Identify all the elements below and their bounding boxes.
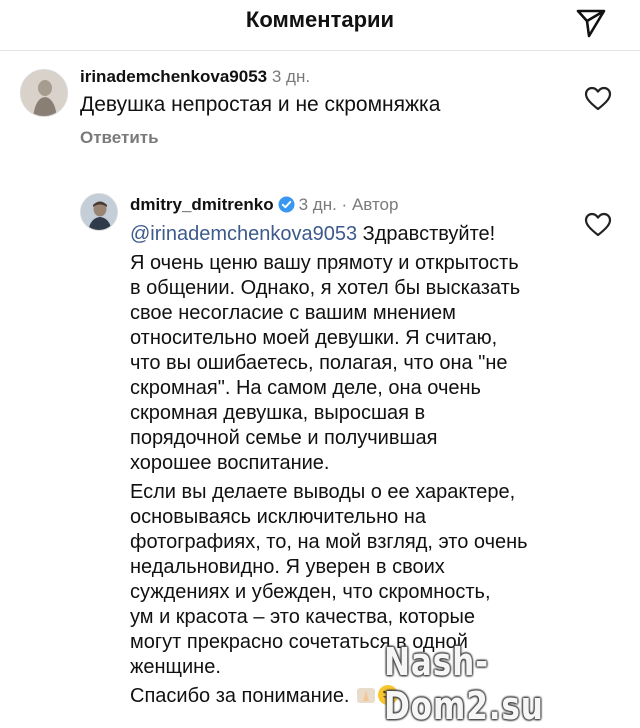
username[interactable]: dmitry_dmitrenko xyxy=(130,195,274,214)
reply-button[interactable]: Ответить xyxy=(80,128,159,148)
comment-header: dmitry_dmitrenko 3 дн. · Автор xyxy=(130,192,398,217)
heart-icon[interactable] xyxy=(584,212,612,238)
paragraph-line: скромная". На самом деле, она очень xyxy=(130,377,481,399)
paragraph-line: недальновидно. Я уверен в своих xyxy=(130,556,445,578)
paragraph-line: фотографиях, то, на мой взгляд, это очен… xyxy=(130,531,528,553)
username[interactable]: irinademchenkova9053 xyxy=(80,67,267,86)
comment-text: @irinademchenkova9053 Здравствуйте! Я оч… xyxy=(130,222,570,709)
paragraph-line: скромная девушка, выросшая в xyxy=(130,402,426,424)
mention-link[interactable]: @irinademchenkova9053 xyxy=(130,223,357,245)
paragraph-line: относительно моей девушки. Я считаю, xyxy=(130,327,498,349)
paragraph-line: порядочной семье и получившая xyxy=(130,427,438,449)
header: Комментарии xyxy=(0,0,640,51)
author-label: Автор xyxy=(351,195,399,214)
separator: · xyxy=(341,195,348,214)
paragraph-line: Если вы делаете выводы о ее характере, xyxy=(130,481,516,503)
paper-plane-icon[interactable] xyxy=(574,5,608,39)
paragraph-line: что вы ошибаетесь, полагая, что она "не xyxy=(130,352,508,374)
paragraph-line: свое несогласие с вашим мнением xyxy=(130,302,456,324)
paragraph-line: Я очень ценю вашу прямоту и открытость xyxy=(130,252,519,274)
greeting: Здравствуйте! xyxy=(362,223,496,245)
closing-text: Спасибо за понимание. xyxy=(130,685,350,707)
comment-text: Девушка непростая и не скромняжка xyxy=(80,93,441,116)
watermark: Nash-Dom2.su xyxy=(384,640,544,728)
page-title: Комментарии xyxy=(245,7,395,32)
verified-badge-icon xyxy=(278,196,295,213)
timestamp: 3 дн. xyxy=(298,195,337,214)
avatar[interactable] xyxy=(20,69,68,117)
comment-header: irinademchenkova9053 3 дн. xyxy=(80,64,310,89)
paragraph-line: основываясь исключительно на xyxy=(130,506,426,528)
paragraph-line: суждениях и убежден, что скромность, xyxy=(130,581,491,603)
timestamp: 3 дн. xyxy=(271,67,311,86)
paragraph-line: в общении. Однако, я хотел бы высказать xyxy=(130,277,521,299)
greeting-line: @irinademchenkova9053 Здравствуйте! xyxy=(130,222,570,247)
paragraph-line: хорошее воспитание. xyxy=(130,452,330,474)
avatar-photo xyxy=(81,194,117,230)
heart-icon[interactable] xyxy=(584,86,612,112)
paragraph-line: ум и красота – это качества, которые xyxy=(130,606,475,628)
avatar-photo xyxy=(21,70,67,116)
folded-hands-emoji-icon xyxy=(357,688,376,703)
avatar[interactable] xyxy=(80,193,118,231)
